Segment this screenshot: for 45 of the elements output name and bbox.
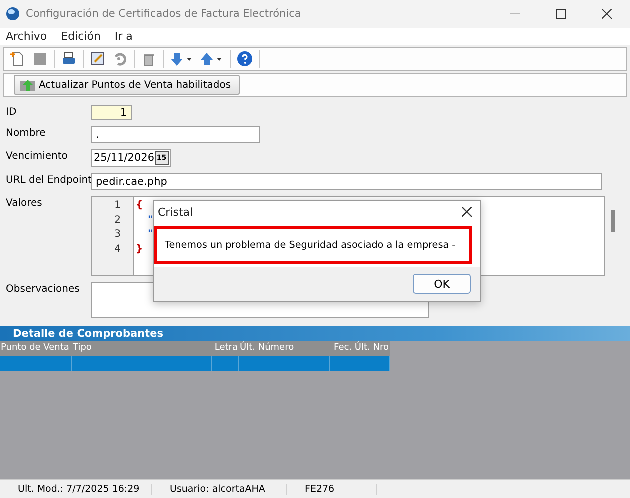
save-icon[interactable] [32, 51, 48, 67]
maximize-icon[interactable] [556, 9, 566, 19]
field-label: Nombre [6, 127, 47, 139]
field-label: Valores [6, 197, 44, 209]
line-number: 4 [114, 242, 121, 256]
help-icon[interactable] [237, 51, 253, 67]
name-field[interactable]: . [91, 126, 260, 143]
code-line: { [136, 199, 144, 213]
menu-item[interactable]: Edición [61, 30, 101, 43]
scrollbar-thumb[interactable] [611, 210, 615, 232]
date-field[interactable]: 25/11/2026 [94, 152, 155, 164]
section-title: Detalle de Comprobantes [0, 326, 630, 341]
close-icon[interactable] [462, 207, 472, 217]
refresh-icon [19, 77, 37, 93]
menu-item[interactable]: Archivo [6, 30, 48, 43]
status-text: Ult. Mod.: 7/7/2025 16:29 [0, 484, 152, 494]
window-title: Configuración de Certificados de Factura Electrónica [26, 8, 302, 20]
new-document-icon[interactable] [10, 51, 26, 67]
down-arrow-icon[interactable] [170, 51, 194, 67]
code-line: " [147, 214, 154, 228]
undo-icon[interactable] [112, 51, 128, 67]
line-number: 3 [114, 228, 121, 242]
status-text: Usuario: alcortaAHA [152, 484, 287, 494]
field-label: ID [6, 106, 18, 118]
field-label: URL del Endpoint [6, 174, 91, 186]
line-number: 2 [114, 214, 121, 228]
globe-icon [6, 7, 20, 21]
code-line: " [147, 228, 154, 242]
ok-button[interactable]: OK [413, 274, 471, 294]
field-label: Observaciones [6, 283, 81, 295]
url-field[interactable]: pedir.cae.php [91, 173, 602, 190]
status-text: FE276 [287, 484, 377, 494]
line-number: 1 [114, 199, 121, 213]
update-points-of-sale-button[interactable]: Actualizar Puntos de Venta habilitados [14, 75, 240, 95]
printer-icon[interactable] [61, 51, 77, 67]
trash-icon[interactable] [141, 51, 157, 67]
menu-item[interactable]: Ir a [114, 30, 133, 43]
up-arrow-icon[interactable] [200, 51, 224, 67]
code-line: } [136, 242, 144, 256]
field-label: Vencimiento [6, 150, 69, 162]
dialog-message: Tenemos un problema de Seguridad asociado a la empresa - [165, 240, 456, 250]
dialog-title: Cristal [158, 206, 194, 218]
id-field[interactable]: 1 [91, 105, 132, 120]
close-icon[interactable] [602, 9, 612, 19]
edit-icon[interactable] [90, 51, 106, 67]
